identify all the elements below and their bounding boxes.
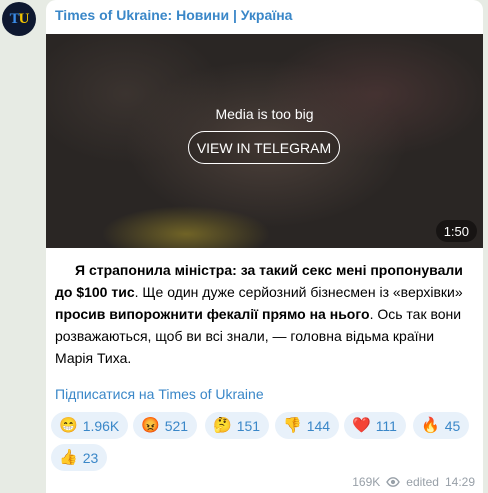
channel-avatar[interactable]: TU <box>2 2 36 36</box>
message-time: 14:29 <box>444 475 475 489</box>
view-in-telegram-button[interactable]: VIEW IN TELEGRAM <box>188 131 340 164</box>
reaction-grin[interactable]: 😁 1.96K <box>51 412 129 439</box>
thumbs-down-emoji-icon: 👎 <box>283 417 302 434</box>
reaction-thumbs-up[interactable]: 👍 23 <box>51 444 108 471</box>
reaction-count: 1.96K <box>82 417 120 434</box>
angry-emoji-icon: 😡 <box>141 417 160 434</box>
reaction-angry[interactable]: 😡 521 <box>133 412 198 439</box>
view-count: 169K <box>352 475 381 489</box>
reaction-thumbs-down[interactable]: 👎 144 <box>275 412 340 439</box>
reaction-count: 151 <box>236 417 261 434</box>
subscribe-link[interactable]: Підписатися на Times of Ukraine <box>55 386 264 402</box>
channel-name[interactable]: Times of Ukraine: Новини | Україна <box>55 7 292 23</box>
thumbs-up-emoji-icon: 👍 <box>59 449 78 466</box>
avatar-letter-t: T <box>9 10 20 27</box>
avatar-letter-u: U <box>18 10 30 27</box>
reaction-count: 23 <box>82 449 99 466</box>
video-preview[interactable]: Media is too big VIEW IN TELEGRAM 1:50 <box>46 34 483 248</box>
reaction-count: 144 <box>306 417 331 434</box>
reaction-count: 45 <box>444 417 461 434</box>
thinking-emoji-icon: 🤔 <box>213 417 232 434</box>
reaction-count: 521 <box>164 417 189 434</box>
edited-label: edited <box>406 475 439 489</box>
message-bubble: Times of Ukraine: Новини | Україна Media… <box>46 0 483 493</box>
post-text-part-1: . Ще один дуже серйозний бізнесмен із «в… <box>134 284 463 300</box>
eye-icon <box>386 477 401 487</box>
fire-emoji-icon: 🔥 <box>421 417 440 434</box>
media-too-big-message: Media is too big <box>215 106 314 122</box>
reaction-count: 111 <box>375 417 397 434</box>
reaction-heart[interactable]: ❤️ 111 <box>344 412 406 439</box>
grin-emoji-icon: 😁 <box>59 417 78 434</box>
post-bold-quote: просив випорожнити фекалії прямо на ньог… <box>55 306 370 322</box>
message-meta: 169K edited 14:29 <box>352 475 475 489</box>
video-duration-badge: 1:50 <box>435 220 477 242</box>
heart-emoji-icon: ❤️ <box>352 417 371 434</box>
post-text: Я страпонила міністра: за такий секс мен… <box>55 259 475 369</box>
reaction-fire[interactable]: 🔥 45 <box>413 412 470 439</box>
reaction-thinking[interactable]: 🤔 151 <box>205 412 270 439</box>
